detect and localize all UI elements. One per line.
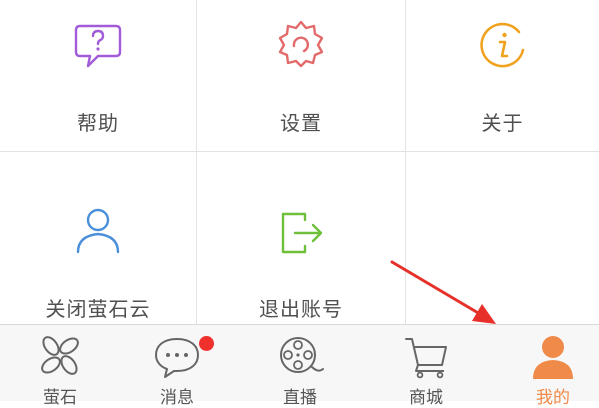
menu-item-logout[interactable]: 退出账号 xyxy=(197,152,406,324)
tab-live[interactable]: 直播 xyxy=(240,325,360,408)
tab-ezviz[interactable]: 萤石 xyxy=(0,325,120,408)
film-reel-icon xyxy=(280,337,324,373)
menu-item-help[interactable]: 帮助 xyxy=(0,0,197,152)
tab-label-mine: 我的 xyxy=(536,388,570,408)
shopping-cart-icon xyxy=(405,338,447,379)
logout-icon xyxy=(281,212,323,254)
tab-mall[interactable]: 商城 xyxy=(366,325,486,408)
tab-label-messages: 消息 xyxy=(160,388,194,408)
menu-label-close-ezviz: 关闭萤石云 xyxy=(45,297,151,321)
tab-mine[interactable]: 我的 xyxy=(493,325,599,408)
menu-label-settings: 设置 xyxy=(280,111,322,135)
message-bubble-icon xyxy=(155,338,199,378)
tab-label-live: 直播 xyxy=(283,388,317,408)
notification-badge xyxy=(199,336,214,351)
tab-label-ezviz: 萤石 xyxy=(43,388,77,408)
menu-item-settings[interactable]: 设置 xyxy=(197,0,406,152)
menu-label-help: 帮助 xyxy=(77,111,119,135)
person-icon xyxy=(533,336,573,379)
menu-label-about: 关于 xyxy=(481,111,524,135)
menu-item-close-ezviz[interactable]: 关闭萤石云 xyxy=(0,152,197,324)
help-icon xyxy=(74,24,122,68)
tab-messages[interactable]: 消息 xyxy=(117,325,237,408)
menu-label-logout: 退出账号 xyxy=(259,297,343,321)
info-icon xyxy=(479,22,524,68)
menu-item-about[interactable]: 关于 xyxy=(406,0,599,152)
bottom-tab-bar: 萤石 消息 直播 商城 我的 xyxy=(0,324,599,408)
settings-gear-icon xyxy=(278,20,324,68)
ezviz-petal-icon xyxy=(41,336,79,375)
user-icon xyxy=(76,208,120,254)
menu-item-empty xyxy=(406,152,599,324)
tab-label-mall: 商城 xyxy=(409,388,443,408)
